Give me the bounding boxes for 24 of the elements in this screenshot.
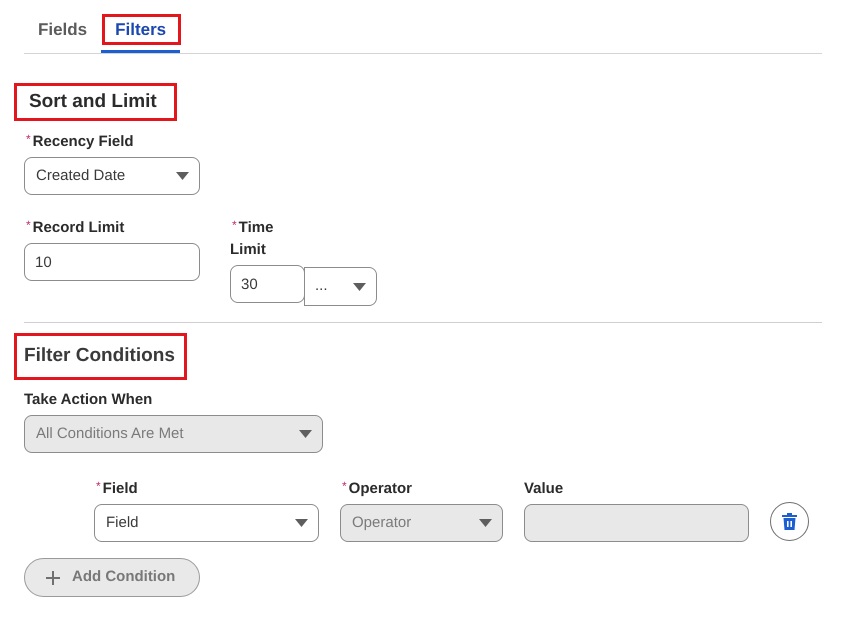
field-label: *Time Limit <box>230 217 274 260</box>
caret-icon <box>299 430 312 438</box>
caret-icon <box>479 519 492 527</box>
caret-icon <box>353 282 366 290</box>
tab[interactable]: Filters <box>101 10 180 53</box>
trash-icon <box>782 513 797 530</box>
plus-icon <box>46 570 60 584</box>
dropdown-field[interactable]: Field <box>94 504 319 542</box>
caret-icon <box>295 519 308 527</box>
delete-button[interactable] <box>770 502 809 541</box>
input-field[interactable]: 30 <box>230 265 305 303</box>
input-field[interactable]: 10 <box>24 243 200 281</box>
field-label: *Field <box>95 478 138 499</box>
section-heading: Sort and Limit <box>29 90 157 114</box>
unit-dropdown[interactable]: ... <box>304 267 377 306</box>
field-label: Value <box>524 479 564 499</box>
field-label: Take Action When <box>24 390 152 410</box>
dropdown-field[interactable]: Created Date <box>24 157 200 195</box>
field-label: *Operator <box>341 478 412 499</box>
tab[interactable]: Fields <box>24 10 102 53</box>
field-label: *Record Limit <box>25 217 124 238</box>
caret-icon <box>176 172 189 180</box>
field-label: *Recency Field <box>25 131 134 152</box>
section-heading: Filter Conditions <box>24 344 175 368</box>
